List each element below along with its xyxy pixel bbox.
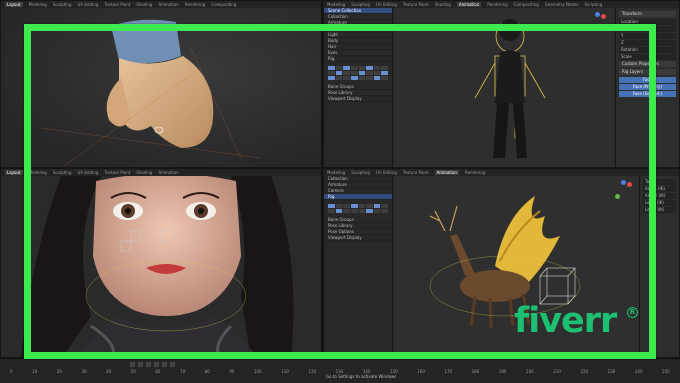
transform-header[interactable]: Transform <box>619 11 676 17</box>
timeline[interactable]: 0 10 20 30 40 50 60 70 80 90 100 110 120… <box>0 358 680 383</box>
tab-shading-r[interactable]: Shading <box>435 2 451 7</box>
tab-modeling-r[interactable]: Modeling <box>327 2 345 7</box>
tab-modeling[interactable]: Modeling <box>29 2 47 7</box>
tab-sculpting-r[interactable]: Sculpting <box>351 2 370 7</box>
jump-start-icon[interactable] <box>130 362 135 367</box>
tab-texture-paint-r[interactable]: Texture Paint <box>403 2 429 7</box>
tab-scripting-r[interactable]: Scripting <box>585 2 603 7</box>
tab-compositing[interactable]: Compositing <box>211 2 236 7</box>
jump-end-icon[interactable] <box>170 362 175 367</box>
frame-tick: 180 <box>471 369 480 374</box>
frame-tick: 60 <box>155 369 161 374</box>
frame-tick: 160 <box>417 369 425 374</box>
tab-uv-editing-r[interactable]: UV Editing <box>376 2 397 7</box>
tab-sculpting[interactable]: Sculpting <box>53 2 72 7</box>
frame-tick: 190 <box>498 369 507 374</box>
z-axis-icon[interactable] <box>595 12 600 17</box>
play-reverse-icon[interactable] <box>146 362 151 367</box>
frame-tick: 100 <box>254 369 262 374</box>
prev-key-icon[interactable] <box>138 362 143 367</box>
fiverr-logo: fiverr <box>514 301 617 341</box>
registered-mark-icon: R <box>627 307 638 318</box>
frame-tick: 30 <box>81 369 87 374</box>
next-key-icon[interactable] <box>162 362 167 367</box>
frame-tick: 50 <box>130 369 136 374</box>
viewport-header[interactable]: Layout Modeling Sculpting UV Editing Tex… <box>1 1 321 8</box>
frame-tick: 80 <box>204 369 210 374</box>
frame-tick: 240 <box>634 369 643 374</box>
play-icon[interactable] <box>154 362 159 367</box>
frame-tick: 40 <box>106 369 112 374</box>
tab-uv-editing[interactable]: UV Editing <box>78 2 99 7</box>
frame-tick: 250 <box>662 369 670 374</box>
frame-tick: 120 <box>308 369 317 374</box>
tab-shading[interactable]: Shading <box>136 2 152 7</box>
playback-controls[interactable] <box>130 362 175 367</box>
frame-tick: 230 <box>607 369 616 374</box>
frame-tick: 70 <box>180 369 186 374</box>
tab-layout-b[interactable]: Layout <box>5 170 23 175</box>
frame-tick: 220 <box>580 369 589 374</box>
frame-tick: 110 <box>281 369 289 374</box>
frame-tick: 20 <box>56 369 62 374</box>
x-axis-icon[interactable] <box>601 14 606 19</box>
status-text: Go to Settings to activate Windows <box>326 374 397 379</box>
tab-animation-r[interactable]: Animation <box>456 2 482 7</box>
tab-layout[interactable]: Layout <box>5 2 23 7</box>
tab-compositing-r[interactable]: Compositing <box>514 2 539 7</box>
tab-rendering-r[interactable]: Rendering <box>487 2 507 7</box>
frame-tick: 0 <box>10 369 13 374</box>
frame-tick: 170 <box>444 369 453 374</box>
frame-tick: 200 <box>526 369 534 374</box>
viewport-header-right[interactable]: Modeling Sculpting UV Editing Texture Pa… <box>323 1 679 8</box>
frame-tick: 210 <box>553 369 561 374</box>
tab-animation[interactable]: Animation <box>158 2 178 7</box>
frame-tick: 90 <box>229 369 235 374</box>
frame-tick: 10 <box>32 369 38 374</box>
tab-geometry-nodes-r[interactable]: Geometry Nodes <box>545 2 579 7</box>
tab-rendering[interactable]: Rendering <box>185 2 205 7</box>
tab-texture-paint[interactable]: Texture Paint <box>104 2 130 7</box>
